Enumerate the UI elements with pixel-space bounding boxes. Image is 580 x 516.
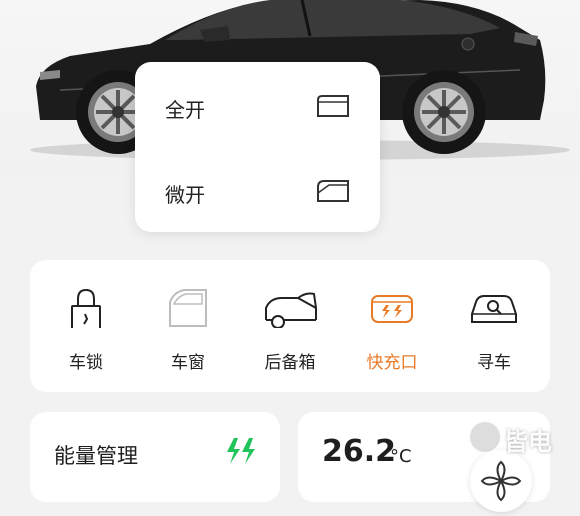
fast-charge-icon bbox=[227, 438, 255, 464]
trunk-button[interactable]: 后备箱 bbox=[238, 282, 342, 377]
window-slight-open-option[interactable]: 微开 bbox=[135, 157, 380, 227]
energy-title: 能量管理 bbox=[54, 444, 138, 468]
lock-icon bbox=[71, 288, 101, 328]
vehicle-controls-card: 车锁 车窗 后备箱 快充口 寻车 bbox=[30, 260, 550, 392]
fan-icon bbox=[480, 460, 522, 502]
temperature-unit: °C bbox=[390, 446, 412, 467]
car-window-icon bbox=[169, 289, 207, 327]
trunk-label: 后备箱 bbox=[264, 353, 316, 373]
lock-label: 车锁 bbox=[69, 353, 103, 373]
window-full-open-label: 全开 bbox=[165, 98, 205, 122]
watermark-text: 皆电 bbox=[504, 428, 552, 456]
cabin-temperature: 26.2 bbox=[322, 434, 397, 469]
window-slight-open-label: 微开 bbox=[165, 183, 205, 207]
energy-management-card[interactable]: 能量管理 bbox=[30, 412, 280, 502]
lock-button[interactable]: 车锁 bbox=[34, 282, 138, 377]
window-slight-open-icon bbox=[317, 180, 349, 202]
fast-charge-port-label: 快充口 bbox=[366, 353, 418, 373]
window-label: 车窗 bbox=[171, 353, 205, 373]
find-car-icon bbox=[471, 295, 517, 323]
fast-charge-port-icon bbox=[371, 295, 413, 323]
fan-button[interactable] bbox=[470, 450, 532, 512]
find-car-button[interactable]: 寻车 bbox=[442, 282, 546, 377]
find-car-label: 寻车 bbox=[477, 353, 511, 373]
fast-charge-port-button[interactable]: 快充口 bbox=[340, 282, 444, 377]
window-full-open-option[interactable]: 全开 bbox=[135, 72, 380, 142]
watermark-logo-icon bbox=[468, 420, 502, 454]
window-full-open-icon bbox=[317, 95, 349, 117]
window-options-popup: 全开 微开 bbox=[135, 62, 380, 232]
watermark: 皆电 bbox=[468, 418, 578, 458]
trunk-icon bbox=[265, 292, 317, 328]
window-button[interactable]: 车窗 bbox=[136, 282, 240, 377]
